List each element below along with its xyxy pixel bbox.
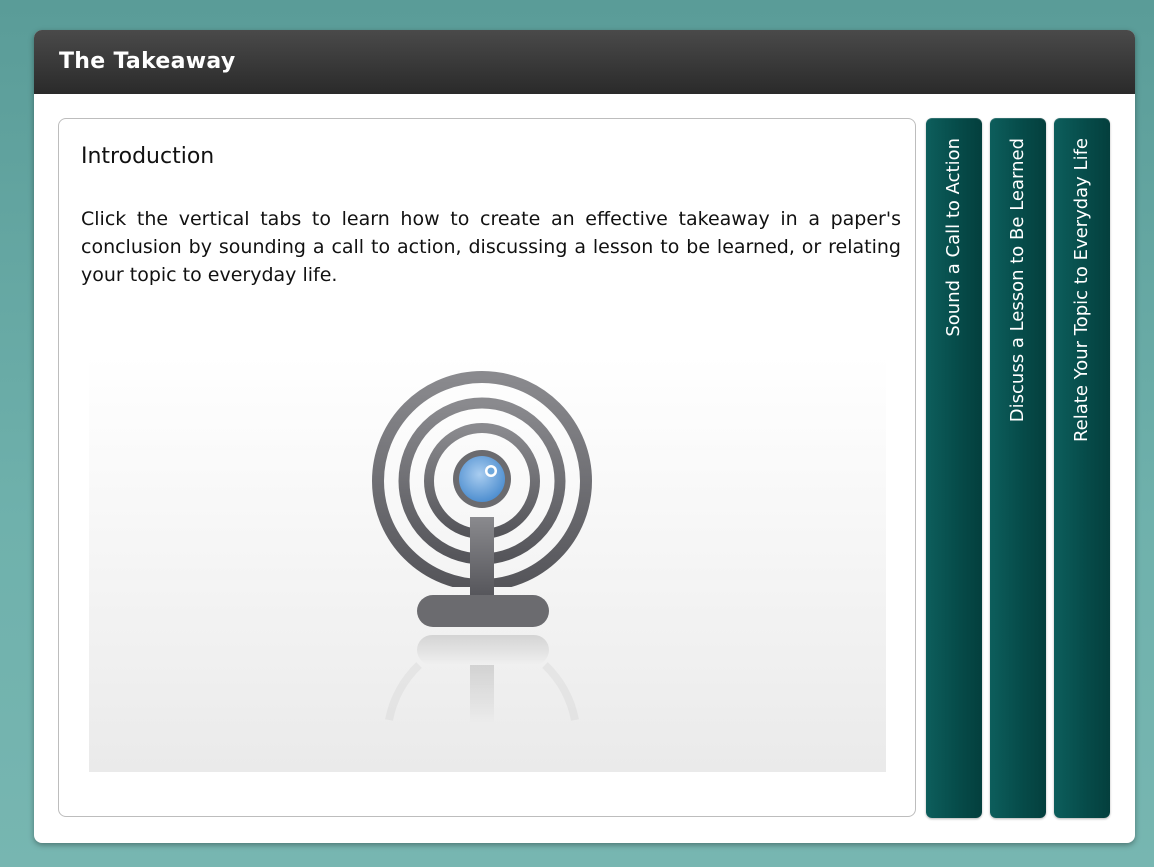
tab-label: Relate Your Topic to Everyday Life (1071, 138, 1092, 443)
section-heading: Introduction (81, 144, 215, 169)
content-panel: Introduction Click the vertical tabs to … (58, 118, 916, 817)
tab-label: Discuss a Lesson to Be Learned (1007, 138, 1028, 423)
title-bar: The Takeaway (34, 30, 1135, 94)
intro-paragraph: Click the vertical tabs to learn how to … (81, 208, 901, 286)
illustration (89, 355, 886, 772)
main-window: The Takeaway Introduction Click the vert… (34, 30, 1135, 843)
tab-sound-a-call-to-action[interactable]: Sound a Call to Action (926, 118, 982, 818)
tab-label: Sound a Call to Action (943, 138, 964, 337)
tab-relate-your-topic[interactable]: Relate Your Topic to Everyday Life (1054, 118, 1110, 818)
broadcast-antenna-icon (372, 371, 592, 725)
window-title: The Takeaway (59, 49, 236, 74)
tab-discuss-a-lesson[interactable]: Discuss a Lesson to Be Learned (990, 118, 1046, 818)
